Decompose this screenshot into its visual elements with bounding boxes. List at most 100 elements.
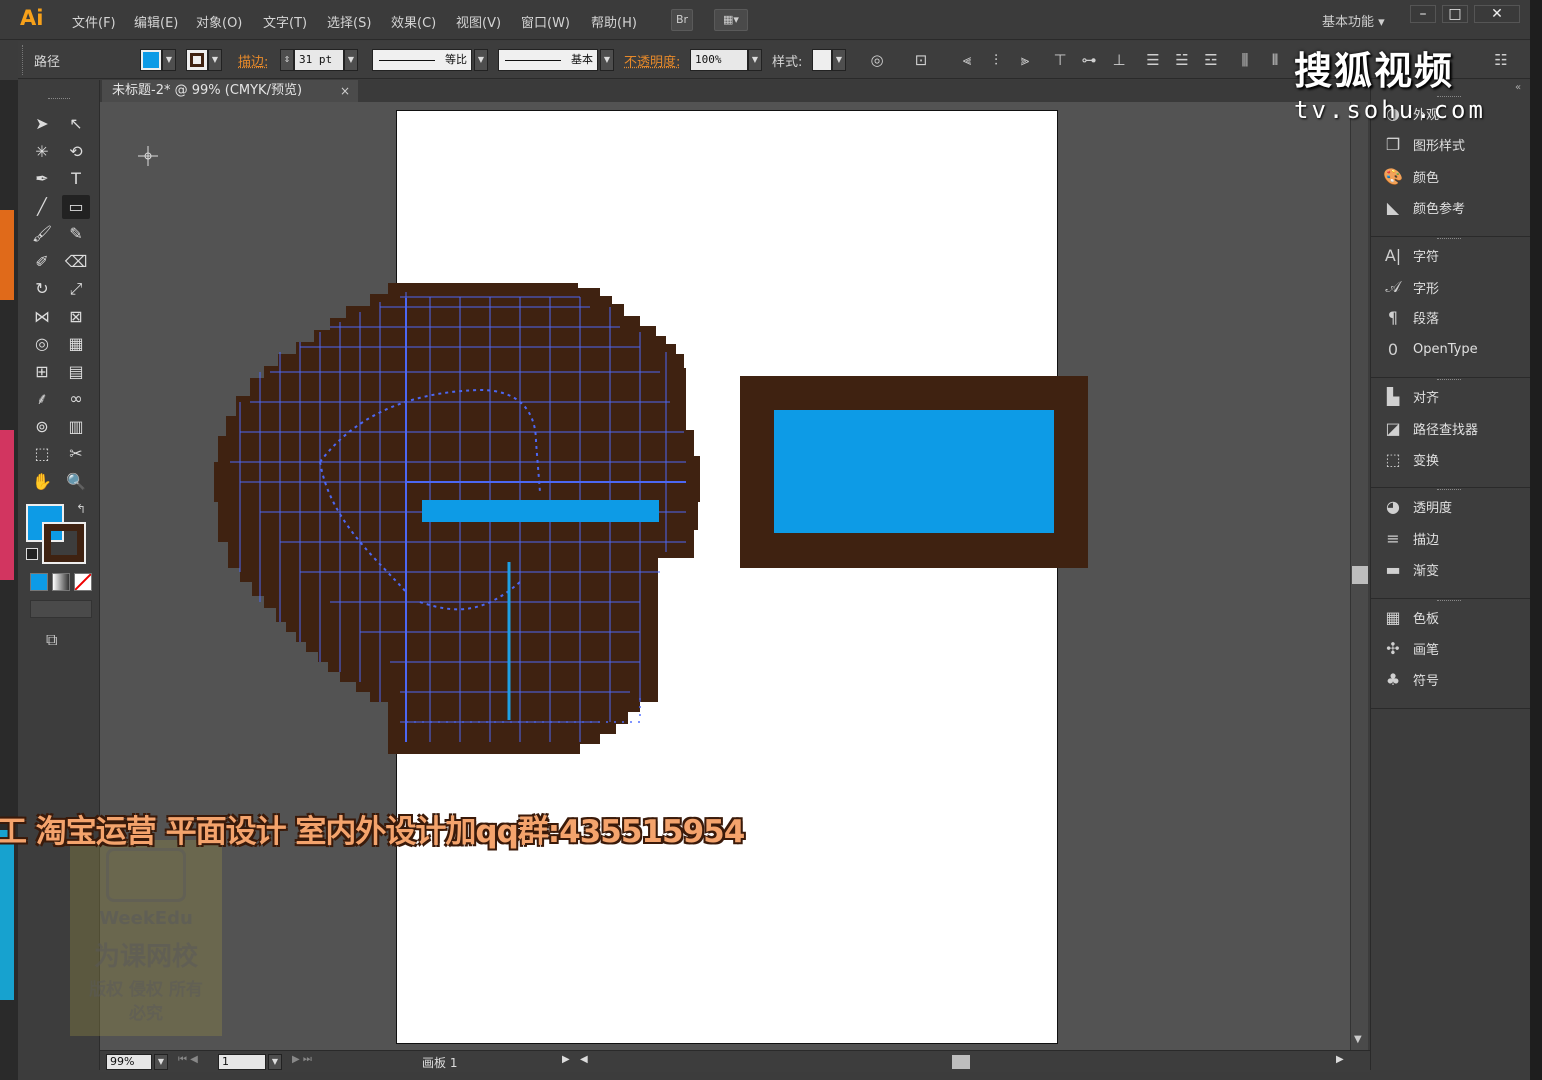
- panel-brushes[interactable]: ✣ 画笔: [1381, 639, 1531, 667]
- recolor-artwork-icon[interactable]: ◎: [868, 51, 886, 69]
- panel-character[interactable]: A| 字符: [1381, 246, 1531, 274]
- lasso-icon[interactable]: ⟲: [62, 140, 90, 164]
- panel-stroke[interactable]: ≡ 描边: [1381, 529, 1531, 557]
- panel-group-grip[interactable]: [1437, 489, 1461, 492]
- panel-paragraph[interactable]: ¶ 段落: [1381, 308, 1531, 336]
- column-graph-icon[interactable]: ▥: [62, 415, 90, 439]
- rectangle-icon[interactable]: ▭: [62, 194, 90, 219]
- perspective-grid-icon[interactable]: ▦: [62, 332, 90, 356]
- mesh-icon[interactable]: ⊞: [28, 360, 56, 384]
- artwork-svg[interactable]: [100, 102, 1350, 1050]
- eraser-icon[interactable]: ⌫: [62, 250, 90, 274]
- distribute-left-icon[interactable]: ⫼: [1236, 51, 1254, 69]
- panel-color-guide[interactable]: ◣ 颜色参考: [1381, 198, 1531, 226]
- panel-align[interactable]: ▙ 对齐: [1381, 387, 1531, 415]
- distribute-hcenter-icon[interactable]: ⦀: [1266, 51, 1284, 69]
- magic-wand-icon[interactable]: ✳: [28, 140, 56, 164]
- menu-view[interactable]: 视图(V): [456, 12, 501, 31]
- profile-dropdown[interactable]: ▼: [474, 49, 488, 71]
- align-vcenter-icon[interactable]: ⊶: [1080, 51, 1098, 69]
- panel-transform[interactable]: ⬚ 变换: [1381, 450, 1531, 478]
- panel-gradient-panel[interactable]: ▬ 渐变: [1381, 560, 1531, 588]
- drawing-modes[interactable]: [30, 600, 92, 618]
- panel-swatches[interactable]: ▦ 色板: [1381, 608, 1531, 636]
- gradient-icon[interactable]: ▤: [62, 360, 90, 384]
- default-colors-icon[interactable]: [26, 548, 38, 560]
- stroke-label[interactable]: 描边:: [238, 51, 268, 70]
- menu-select[interactable]: 选择(S): [327, 12, 371, 31]
- zoom-icon[interactable]: 🔍: [62, 470, 90, 494]
- horizontal-scroll-thumb[interactable]: [952, 1055, 970, 1069]
- style-dropdown[interactable]: ▼: [832, 49, 846, 71]
- align-hcenter-icon[interactable]: ⫶: [987, 51, 1005, 69]
- shape-builder-icon[interactable]: ◎: [28, 332, 56, 356]
- collapse-panels-icon[interactable]: «: [1515, 82, 1521, 93]
- free-transform-icon[interactable]: ⊠: [62, 305, 90, 329]
- last-artboard-icon[interactable]: ▶ ⏭: [292, 1054, 312, 1065]
- vertical-scrollbar[interactable]: ▼: [1350, 102, 1368, 1050]
- type-icon[interactable]: T: [62, 167, 90, 191]
- fill-color-picker[interactable]: [140, 49, 162, 71]
- tools-grip[interactable]: [48, 98, 70, 99]
- control-bar-grip[interactable]: [22, 45, 26, 75]
- menu-window[interactable]: 窗口(W): [521, 12, 570, 31]
- paintbrush-icon[interactable]: 🖌: [28, 222, 56, 246]
- direct-selection-icon[interactable]: ↖: [62, 112, 90, 136]
- fill-dropdown[interactable]: ▼: [162, 49, 176, 71]
- eyedropper-icon[interactable]: ⸙: [28, 387, 56, 411]
- stroke-color-picker[interactable]: [186, 49, 208, 71]
- panel-pathfinder[interactable]: ◪ 路径查找器: [1381, 419, 1531, 447]
- zoom-field[interactable]: 99%: [106, 1054, 152, 1070]
- stroke-weight-stepper[interactable]: ⇕: [280, 49, 294, 71]
- align-top-icon[interactable]: ⊤: [1051, 51, 1069, 69]
- scale-icon[interactable]: ⤢: [62, 277, 90, 301]
- menu-effect[interactable]: 效果(C): [391, 12, 436, 31]
- zoom-dropdown[interactable]: ▼: [154, 1054, 168, 1070]
- brush-dropdown[interactable]: ▼: [600, 49, 614, 71]
- close-tab-icon[interactable]: ×: [340, 80, 350, 102]
- scroll-down-icon[interactable]: ▼: [1354, 1034, 1362, 1045]
- selection-icon[interactable]: ➤: [28, 112, 56, 136]
- workspace-switcher[interactable]: 基本功能 ▾: [1322, 11, 1385, 30]
- stroke-swatch[interactable]: [42, 522, 86, 564]
- canvas[interactable]: [100, 102, 1350, 1050]
- panel-color[interactable]: 🎨 颜色: [1381, 167, 1531, 195]
- align-to-icon[interactable]: ⊡: [912, 51, 930, 69]
- symbol-sprayer-icon[interactable]: ⊚: [28, 415, 56, 439]
- stroke-dropdown[interactable]: ▼: [208, 49, 222, 71]
- opacity-label[interactable]: 不透明度:: [624, 51, 680, 70]
- slice-icon[interactable]: ✂: [62, 442, 90, 466]
- first-artboard-icon[interactable]: ⏮ ◀: [178, 1054, 198, 1065]
- opacity-dropdown[interactable]: ▼: [748, 49, 762, 71]
- menu-type[interactable]: 文字(T): [263, 12, 307, 31]
- bridge-button[interactable]: Br: [671, 9, 693, 31]
- pencil-icon[interactable]: ✎: [62, 222, 90, 246]
- artboard-number-field[interactable]: 1: [218, 1054, 266, 1070]
- opacity-input[interactable]: 100%: [690, 49, 748, 71]
- stroke-weight-input[interactable]: 31 pt: [294, 49, 344, 71]
- vertical-scroll-thumb[interactable]: [1352, 566, 1368, 584]
- status-menu-icon[interactable]: ▶: [562, 1054, 570, 1065]
- align-bottom-icon[interactable]: ⊥: [1110, 51, 1128, 69]
- variable-width-profile[interactable]: 等比: [372, 49, 472, 71]
- document-tab[interactable]: 未标题-2* @ 99% (CMYK/预览) ×: [102, 80, 358, 102]
- scroll-right-icon[interactable]: ▶: [1336, 1054, 1344, 1065]
- scroll-left-icon[interactable]: ◀: [580, 1054, 588, 1065]
- arrange-documents-button[interactable]: ▦▾: [714, 9, 748, 31]
- blend-icon[interactable]: ∞: [62, 387, 90, 411]
- line-icon[interactable]: ╱: [28, 195, 56, 219]
- distribute-top-icon[interactable]: ☰: [1144, 51, 1162, 69]
- panel-transparency[interactable]: ◕ 透明度: [1381, 497, 1531, 525]
- artboard-icon[interactable]: ⬚: [28, 442, 56, 466]
- maximize-button[interactable]: □: [1442, 5, 1468, 23]
- panel-group-grip[interactable]: [1437, 237, 1461, 241]
- stroke-weight-dropdown[interactable]: ▼: [344, 49, 358, 71]
- graphic-style-picker[interactable]: [812, 49, 832, 71]
- width-icon[interactable]: ⋈: [28, 305, 56, 329]
- menu-edit[interactable]: 编辑(E): [134, 12, 178, 31]
- menu-file[interactable]: 文件(F): [72, 12, 116, 31]
- minimize-button[interactable]: –: [1410, 5, 1436, 23]
- panel-group-grip[interactable]: [1437, 379, 1461, 382]
- blob-brush-icon[interactable]: ✐: [28, 250, 56, 274]
- close-window-button[interactable]: ✕: [1474, 5, 1520, 23]
